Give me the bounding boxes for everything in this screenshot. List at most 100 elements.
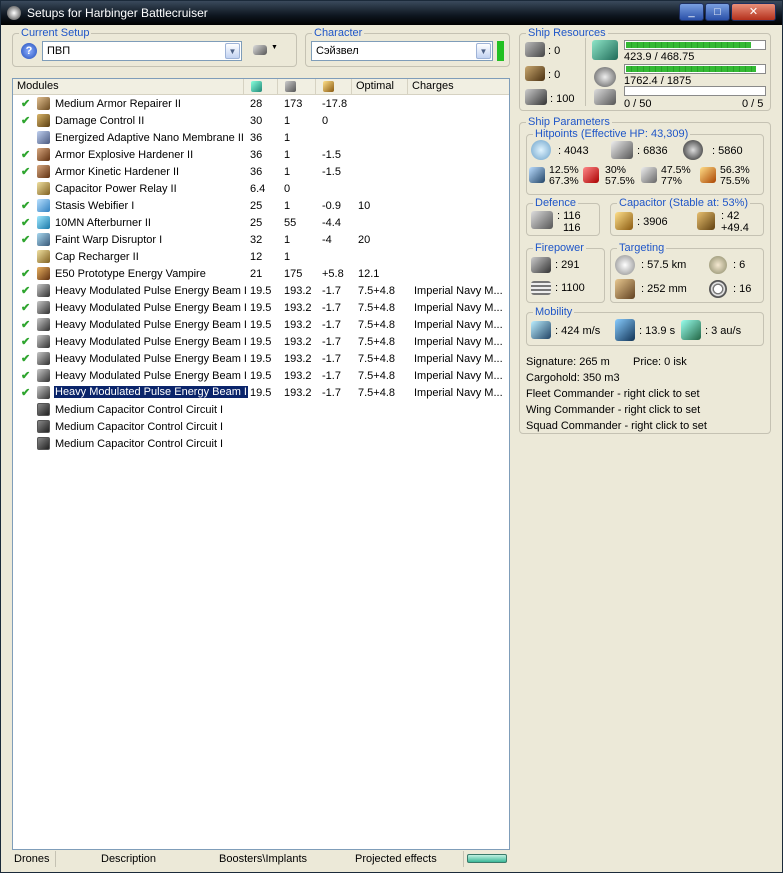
module-active-checkmark-icon[interactable]: ✔ — [21, 301, 30, 314]
module-active-checkmark-icon[interactable]: ✔ — [21, 233, 30, 246]
module-row[interactable]: ✔ Heavy Modulated Pulse Energy Beam I 19.5… — [13, 283, 509, 300]
module-row[interactable]: ✔ E50 Prototype Energy Vampire 21 175 +5.8 12… — [13, 266, 509, 283]
module-row[interactable]: ✔ Heavy Modulated Pulse Energy Beam I 19.5… — [13, 300, 509, 317]
tab-description[interactable]: Description — [101, 853, 156, 865]
tab-projected-effects[interactable]: Projected effects — [355, 853, 437, 865]
module-row[interactable]: ✔ Faint Warp Disruptor I 32 1 -4 20 — [13, 232, 509, 249]
module-active-checkmark-icon[interactable]: ✔ — [21, 114, 30, 127]
module-active-checkmark-icon[interactable]: ✔ — [21, 369, 30, 382]
thermal-armor-resist: 57.5% — [605, 175, 635, 187]
module-rig-icon — [37, 437, 50, 450]
cargohold: Cargohold: 350 m3 — [526, 372, 620, 384]
ship-menu-button[interactable]: ▼ — [253, 43, 281, 59]
dropdown-arrow-icon: ▼ — [271, 44, 278, 51]
squad-commander[interactable]: Squad Commander - right click to set — [526, 420, 707, 432]
module-laser-icon — [37, 386, 50, 399]
warp-speed: : 3 au/s — [705, 325, 742, 337]
module-row[interactable]: Medium Capacitor Control Circuit I — [13, 402, 509, 419]
launcher-slots: : 0 — [548, 69, 561, 81]
col-optimal[interactable]: Optimal — [352, 79, 408, 95]
module-charges: Imperial Navy M... — [414, 387, 503, 399]
tab-boosters-implants[interactable]: Boosters\Implants — [219, 853, 307, 865]
ship-icon — [253, 45, 267, 55]
module-row[interactable]: ✔ Heavy Modulated Pulse Energy Beam I 19.5… — [13, 368, 509, 385]
wing-commander[interactable]: Wing Commander - right click to set — [526, 404, 700, 416]
module-capacitor: -1.7 — [322, 285, 341, 297]
module-row[interactable]: Medium Capacitor Control Circuit I — [13, 419, 509, 436]
module-active-checkmark-icon[interactable]: ✔ — [21, 335, 30, 348]
module-active-checkmark-icon[interactable]: ✔ — [21, 199, 30, 212]
module-charges: Imperial Navy M... — [414, 285, 503, 297]
close-button[interactable]: ✕ — [731, 3, 776, 21]
setup-select[interactable]: ПВП ▼ — [42, 41, 242, 61]
module-powergrid: 173 — [284, 98, 303, 110]
module-active-checkmark-icon[interactable]: ✔ — [21, 318, 30, 331]
module-active-checkmark-icon[interactable]: ✔ — [21, 386, 30, 399]
module-cpu: 19.5 — [250, 285, 272, 297]
kinetic-armor-resist: 77% — [661, 175, 683, 187]
title-bar[interactable]: Setups for Harbinger Battlecruiser _ □ ✕ — [1, 1, 782, 25]
col-powergrid[interactable] — [278, 79, 316, 95]
col-charges[interactable]: Charges — [408, 79, 509, 95]
maximize-button[interactable]: □ — [705, 3, 730, 21]
module-row[interactable]: ✔ Medium Armor Repairer II 28 173 -17.8 — [13, 96, 509, 113]
col-modules[interactable]: Modules — [13, 79, 244, 95]
module-row[interactable]: ✔ Stasis Webifier I 25 1 -0.9 10 — [13, 198, 509, 215]
module-cpu: 19.5 — [250, 302, 272, 314]
module-row[interactable]: Capacitor Power Relay II 6.4 0 — [13, 181, 509, 198]
module-row[interactable]: ✔ Heavy Modulated Pulse Energy Beam I 19.5… — [13, 385, 509, 402]
character-select[interactable]: Сэйзвел ▼ — [311, 41, 493, 61]
tab-separator — [55, 851, 56, 867]
module-active-checkmark-icon[interactable]: ✔ — [21, 148, 30, 161]
module-row[interactable]: ✔ Heavy Modulated Pulse Energy Beam I 19.5… — [13, 351, 509, 368]
character-group: Character Сэйзвел ▼ — [305, 27, 510, 67]
powergrid-icon — [594, 67, 616, 87]
module-active-checkmark-icon[interactable]: ✔ — [21, 284, 30, 297]
chevron-down-icon[interactable]: ▼ — [225, 43, 240, 59]
modules-list[interactable]: Modules Optimal Charges ✔ Medium Armor Re… — [12, 78, 510, 850]
module-row[interactable]: ✔ Heavy Modulated Pulse Energy Beam I 19.5… — [13, 317, 509, 334]
module-active-checkmark-icon[interactable]: ✔ — [21, 267, 30, 280]
module-cpu: 25 — [250, 200, 263, 212]
module-web-icon — [37, 199, 50, 212]
targeting-range-icon — [615, 255, 635, 275]
module-active-checkmark-icon[interactable]: ✔ — [21, 352, 30, 365]
window-title: Setups for Harbinger Battlecruiser — [27, 6, 208, 20]
armor-icon — [611, 141, 633, 159]
hitpoints-legend: Hitpoints (Effective HP: 43,309) — [533, 128, 691, 140]
speed-icon — [531, 321, 551, 339]
targeting-range: : 57.5 km — [641, 259, 687, 271]
module-cpu: 19.5 — [250, 370, 272, 382]
chevron-down-icon[interactable]: ▼ — [476, 43, 491, 59]
max-targets: : 6 — [733, 259, 746, 271]
module-row[interactable]: Medium Capacitor Control Circuit I — [13, 436, 509, 453]
drone-count-value: 0 / 5 — [742, 98, 764, 110]
module-row[interactable]: ✔ Armor Kinetic Hardener II 36 1 -1.5 — [13, 164, 509, 181]
targeting-legend: Targeting — [617, 242, 667, 254]
cpu-value: 423.9 / 468.75 — [624, 51, 695, 63]
tab-drones[interactable]: Drones — [14, 853, 49, 865]
module-capacitor: -1.7 — [322, 302, 341, 314]
col-capacitor[interactable] — [316, 79, 352, 95]
module-row[interactable]: ✔ Damage Control II 30 1 0 — [13, 113, 509, 130]
module-row[interactable]: ✔ Heavy Modulated Pulse Energy Beam I 19.5… — [13, 334, 509, 351]
module-name: E50 Prototype Energy Vampire — [55, 268, 206, 280]
module-row[interactable]: ✔ 10MN Afterburner II 25 55 -4.4 — [13, 215, 509, 232]
minimize-button[interactable]: _ — [679, 3, 704, 21]
thermal-resist-icon — [583, 167, 599, 183]
fleet-commander[interactable]: Fleet Commander - right click to set — [526, 388, 700, 400]
module-row[interactable]: Energized Adaptive Nano Membrane II 36 1 — [13, 130, 509, 147]
module-active-checkmark-icon[interactable]: ✔ — [21, 97, 30, 110]
module-row[interactable]: Cap Recharger II 12 1 — [13, 249, 509, 266]
module-active-checkmark-icon[interactable]: ✔ — [21, 165, 30, 178]
module-capacitor: -4.4 — [322, 217, 341, 229]
module-powergrid: 193.2 — [284, 319, 312, 331]
module-cpu: 19.5 — [250, 336, 272, 348]
module-active-checkmark-icon[interactable]: ✔ — [21, 216, 30, 229]
module-row[interactable]: ✔ Armor Explosive Hardener II 36 1 -1.5 — [13, 147, 509, 164]
help-icon[interactable]: ? — [21, 43, 37, 59]
module-optimal: 7.5+4.8 — [358, 302, 396, 314]
defence-icon — [531, 211, 553, 229]
module-name: Medium Capacitor Control Circuit I — [55, 404, 224, 416]
col-cpu[interactable] — [244, 79, 278, 95]
